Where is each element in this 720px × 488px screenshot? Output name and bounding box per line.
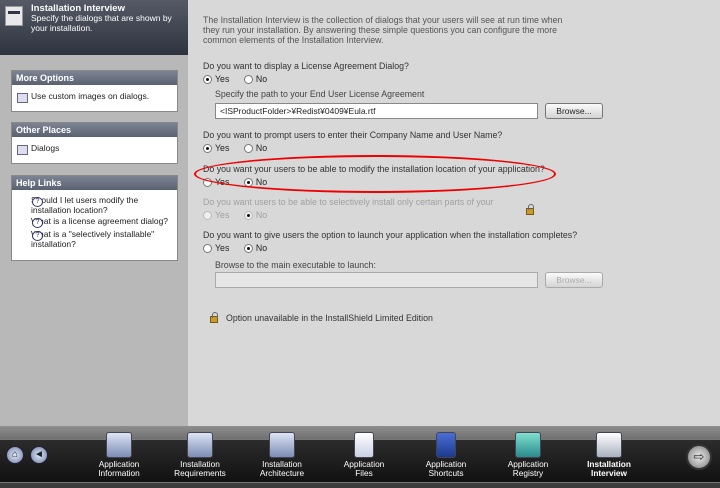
lock-icon (526, 204, 534, 215)
tool-application-registry[interactable]: Application Registry (491, 426, 565, 478)
company-yes-radio[interactable]: Yes (203, 143, 229, 153)
application-shortcuts-icon (436, 432, 456, 458)
other-places-title: Other Places (12, 123, 177, 137)
page-subtitle: Specify the dialogs that are shown by yo… (31, 13, 172, 33)
tool-installation-architecture[interactable]: Installation Architecture (245, 426, 319, 478)
other-places-panel: Other Places Dialogs (11, 122, 178, 164)
home-button[interactable]: ⌂ (6, 446, 24, 464)
tool-installation-requirements[interactable]: Installation Requirements (163, 426, 237, 478)
left-pane: Installation Interview Specify the dialo… (0, 0, 188, 426)
launch-browse-button: Browse... (545, 272, 603, 288)
license-no-radio[interactable]: No (243, 74, 267, 84)
tool-installation-interview[interactable]: Installation Interview (572, 426, 646, 478)
tool-application-files[interactable]: Application Files (327, 426, 401, 478)
help-link-selective[interactable]: ? What is a "selectively installable" in… (17, 229, 172, 249)
intro-text: The Installation Interview is the collec… (203, 15, 563, 45)
selective-yes-radio: Yes (203, 210, 229, 220)
lock-icon (210, 311, 218, 323)
main-content: The Installation Interview is the collec… (188, 0, 720, 426)
installation-architecture-icon (269, 432, 295, 458)
installation-requirements-icon (187, 432, 213, 458)
launch-no-radio[interactable]: No (243, 243, 267, 253)
application-registry-icon (515, 432, 541, 458)
image-icon (17, 93, 28, 103)
license-question: Do you want to display a License Agreeme… (203, 61, 409, 71)
dialogs-link[interactable]: Dialogs (17, 143, 172, 155)
dialogs-icon (17, 145, 28, 155)
installation-interview-icon (596, 432, 622, 458)
dialog-icon (5, 6, 23, 26)
help-link-modify-location[interactable]: ? Should I let users modify the installa… (17, 195, 172, 215)
company-no-radio[interactable]: No (243, 143, 267, 153)
custom-images-link[interactable]: Use custom images on dialogs. (17, 91, 172, 103)
highlight-annotation (194, 155, 556, 193)
license-path-label: Specify the path to your End User Licens… (215, 89, 425, 99)
next-button[interactable]: ⇨ (686, 444, 712, 470)
application-information-icon (106, 432, 132, 458)
bottom-toolbar: ⌂ ◄ Application Information Installation R… (0, 426, 720, 488)
help-link-license[interactable]: ? What is a license agreement dialog? (17, 216, 172, 228)
company-name-question: Do you want to prompt users to enter the… (203, 130, 503, 140)
tool-application-shortcuts[interactable]: Application Shortcuts (409, 426, 483, 478)
application-files-icon (354, 432, 374, 458)
selective-install-question: Do you want users to be able to selectiv… (203, 197, 494, 207)
license-path-input[interactable]: <ISProductFolder>¥Redist¥0409¥Eula.rtf (215, 103, 538, 119)
launch-yes-radio[interactable]: Yes (203, 243, 229, 253)
launch-question: Do you want to give users the option to … (203, 230, 578, 240)
help-icon: ? (32, 218, 43, 228)
help-links-title: Help Links (12, 176, 177, 190)
tool-application-information[interactable]: Application Information (82, 426, 156, 478)
help-icon: ? (32, 231, 43, 241)
help-links-panel: Help Links ? Should I let users modify t… (11, 175, 178, 261)
launch-path-input (215, 272, 538, 288)
license-yes-radio[interactable]: Yes (203, 74, 229, 84)
more-options-panel: More Options Use custom images on dialog… (11, 70, 178, 112)
limited-edition-note: Option unavailable in the InstallShield … (226, 313, 433, 323)
page-header: Installation Interview Specify the dialo… (0, 0, 188, 55)
help-icon: ? (32, 197, 43, 207)
back-button[interactable]: ◄ (30, 446, 48, 464)
more-options-title: More Options (12, 71, 177, 85)
license-browse-button[interactable]: Browse... (545, 103, 603, 119)
launch-browse-label: Browse to the main executable to launch: (215, 260, 376, 270)
selective-no-radio: No (243, 210, 267, 220)
